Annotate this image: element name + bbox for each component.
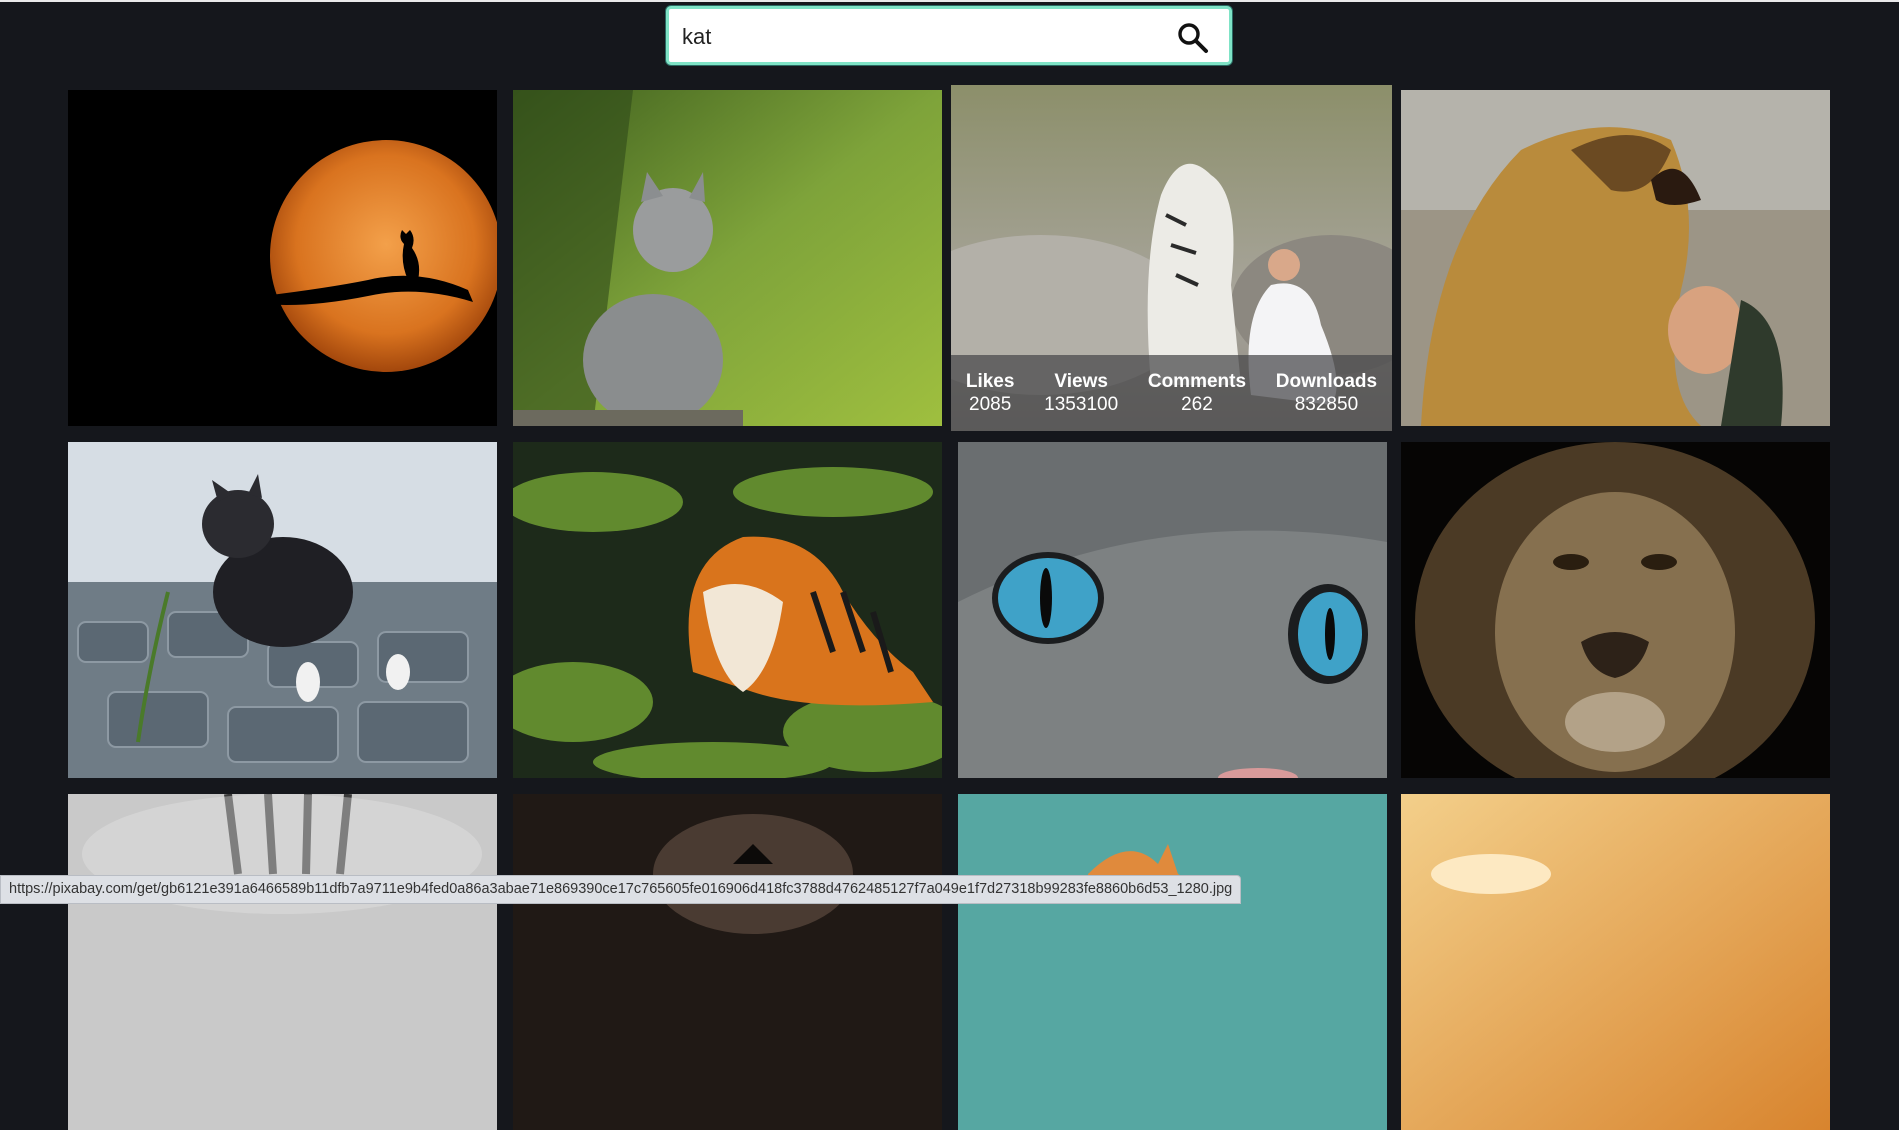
downloads-label: Downloads xyxy=(1275,371,1378,392)
search-icon xyxy=(1178,23,1208,53)
search-bar[interactable] xyxy=(666,6,1232,65)
image-tiger-water[interactable] xyxy=(513,442,942,778)
likes-value: 2085 xyxy=(969,394,1012,415)
image-orange-kitten[interactable] xyxy=(958,794,1387,1130)
image-grey-tabby[interactable] xyxy=(68,794,497,1130)
image-kitten-flower[interactable] xyxy=(68,442,497,778)
image-stats-overlay: Likes 2085 Views 1353100 Comments 262 Do… xyxy=(951,355,1392,431)
image-lion-girl[interactable] xyxy=(1401,90,1830,426)
image-white-tiger-woman[interactable]: Likes 2085 Views 1353100 Comments 262 Do… xyxy=(951,85,1392,431)
search-button[interactable] xyxy=(1175,20,1211,56)
status-bar-url: https://pixabay.com/get/gb6121e391a64665… xyxy=(0,875,1242,904)
window-top-edge xyxy=(0,0,1899,2)
image-cat-blue-eyes[interactable] xyxy=(958,442,1387,778)
downloads-value: 832850 xyxy=(1294,394,1359,415)
image-cat-moon[interactable] xyxy=(68,90,497,426)
views-value: 1353100 xyxy=(1044,394,1119,415)
image-dark-cat[interactable] xyxy=(513,794,942,1130)
image-golden-sky[interactable] xyxy=(1401,794,1830,1130)
comments-value: 262 xyxy=(1181,394,1213,415)
likes-stat: Likes 2085 xyxy=(966,370,1015,416)
likes-label: Likes xyxy=(965,371,1015,392)
image-grid: Likes 2085 Views 1353100 Comments 262 Do… xyxy=(68,85,1832,1130)
image-kitten-green[interactable] xyxy=(513,90,942,426)
views-stat: Views 1353100 xyxy=(1044,370,1118,416)
image-lion-portrait[interactable] xyxy=(1401,442,1830,778)
downloads-stat: Downloads 832850 xyxy=(1276,370,1377,416)
views-label: Views xyxy=(1054,371,1108,392)
comments-stat: Comments 262 xyxy=(1148,370,1246,416)
search-input[interactable] xyxy=(682,23,1162,51)
comments-label: Comments xyxy=(1147,371,1247,392)
